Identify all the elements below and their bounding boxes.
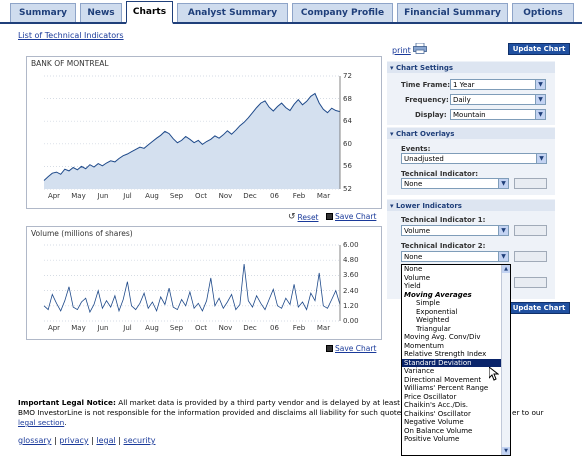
volume-x-tick-label: Nov — [218, 324, 233, 332]
dropdown-group-label: Moving Averages — [404, 290, 472, 299]
technical-indicator-select[interactable]: None ▼ — [401, 178, 509, 189]
dropdown-option[interactable]: Momentum — [402, 342, 510, 351]
lower-indicator-1-value: Volume — [404, 226, 431, 235]
volume-y-tick-label: 4.80 — [343, 256, 359, 265]
chevron-down-icon: ▼ — [498, 179, 508, 188]
dropdown-option[interactable]: Negative Volume — [402, 418, 510, 427]
volume-x-tick-label: Aug — [145, 324, 159, 332]
legal-line-2-end: er to our — [512, 408, 544, 417]
dropdown-scrollbar[interactable]: ▲ ▼ — [501, 265, 510, 455]
volume-y-tick-label: 2.40 — [343, 286, 359, 295]
chart-overlays-title: Chart Overlays — [395, 129, 455, 138]
dropdown-option[interactable]: Weighted — [402, 316, 510, 325]
chevron-down-icon: ▼ — [535, 95, 545, 104]
volume-y-tick-label: 6.00 — [343, 241, 359, 249]
dropdown-option[interactable]: Chaikins' Oscillator — [402, 410, 510, 419]
frequency-label: Frequency: — [405, 96, 449, 104]
time-frame-value: 1 Year — [453, 80, 475, 89]
chevron-down-icon: ▼ — [498, 252, 508, 261]
update-chart-button-bottom[interactable]: Update Chart — [508, 302, 570, 314]
time-frame-select[interactable]: 1 Year ▼ — [450, 79, 546, 90]
technical-indicator-label: Technical Indicator: — [401, 170, 479, 178]
legal-line-1: All market data is provided by a third p… — [115, 398, 422, 407]
lower-indicator-2-label: Technical Indicator 2: — [401, 242, 486, 250]
time-frame-label: Time Frame: — [401, 81, 451, 89]
events-label: Events: — [401, 145, 431, 153]
display-label: Display: — [415, 111, 447, 119]
legal-section-link[interactable]: legal section — [18, 418, 64, 427]
events-select[interactable]: Unadjusted ▼ — [401, 153, 547, 164]
scroll-down-icon[interactable]: ▼ — [502, 447, 510, 455]
volume-y-tick-label: 0.00 — [343, 317, 359, 325]
scroll-up-icon[interactable]: ▲ — [502, 265, 510, 273]
chevron-down-icon: ▼ — [536, 154, 546, 163]
indicator-dropdown-list[interactable]: None Volume Yield Moving Averages Simple Expo… — [401, 264, 511, 456]
dropdown-option[interactable]: Volume — [402, 274, 510, 283]
dropdown-option[interactable]: Yield — [402, 282, 510, 291]
chevron-down-icon: ▼ — [535, 110, 545, 119]
dropdown-option[interactable]: Standard Deviation — [402, 358, 510, 367]
volume-x-tick-label: May — [71, 324, 86, 332]
volume-y-tick-label: 3.60 — [343, 271, 359, 280]
save-chart-label: Save Chart — [335, 344, 377, 353]
dropdown-option[interactable]: Exponential — [402, 308, 510, 317]
chart-settings-header[interactable]: ▾ Chart Settings — [387, 62, 555, 73]
legal-period: . — [64, 418, 67, 427]
volume-x-tick-label: Apr — [47, 324, 61, 332]
chevron-down-icon: ▼ — [535, 80, 545, 89]
security-link[interactable]: security — [124, 436, 156, 445]
save-chart-button-bottom[interactable]: Save Chart — [326, 344, 376, 353]
technical-indicator-value: None — [404, 179, 423, 188]
dropdown-option[interactable]: Williams' Percent Range — [402, 384, 510, 393]
footer-separator: | — [115, 436, 124, 445]
chart-overlays-header[interactable]: ▾ Chart Overlays — [387, 128, 555, 139]
lower-indicator-2-value: None — [404, 252, 423, 261]
lower-indicator-1-select[interactable]: Volume ▼ — [401, 225, 509, 236]
volume-line — [43, 263, 341, 314]
display-value: Mountain — [453, 110, 486, 119]
lower-indicator-1-label: Technical Indicator 1: — [401, 216, 486, 224]
volume-x-tick-label: Sep — [169, 324, 184, 332]
dropdown-option[interactable]: None — [402, 265, 510, 274]
lower-indicator-2-param-input[interactable] — [514, 251, 547, 262]
frequency-value: Daily — [453, 95, 471, 104]
volume-x-tick-label: Feb — [292, 324, 306, 332]
mouse-cursor-icon — [489, 367, 499, 381]
legal-link[interactable]: legal — [96, 436, 115, 445]
technical-indicator-param-input[interactable] — [514, 178, 547, 189]
save-icon — [326, 345, 333, 352]
volume-x-tick-label: Dec — [243, 324, 257, 332]
events-value: Unadjusted — [404, 154, 444, 163]
dropdown-option[interactable]: Chaikin's Acc./Dis. — [402, 401, 510, 410]
glossary-link[interactable]: glossary — [18, 436, 51, 445]
lower-indicator-1-param-input[interactable] — [514, 225, 547, 236]
volume-x-tick-label: Mar — [316, 324, 331, 332]
volume-x-tick-label: Jul — [123, 324, 132, 332]
lower-indicators-header[interactable]: ▾ Lower Indicators — [387, 200, 555, 211]
volume-x-tick-label: Oct — [194, 324, 208, 332]
privacy-link[interactable]: privacy — [59, 436, 88, 445]
dropdown-option[interactable]: On Balance Volume — [402, 427, 510, 436]
frequency-select[interactable]: Daily ▼ — [450, 94, 546, 105]
volume-y-tick-label: 1.20 — [343, 301, 359, 310]
dropdown-option[interactable]: Moving Avg. Conv/Div — [402, 333, 510, 342]
lower-indicators-title: Lower Indicators — [395, 201, 462, 210]
dropdown-option[interactable]: Price Oscillator — [402, 393, 510, 402]
chevron-down-icon: ▼ — [498, 226, 508, 235]
lower-indicator-2-select[interactable]: None ▼ — [401, 251, 509, 262]
volume-x-tick-label: 06 — [270, 324, 279, 332]
dropdown-option[interactable]: Simple — [402, 299, 510, 308]
footer-links: glossary | privacy | legal | security — [18, 436, 155, 445]
lower-indicator-extra-input[interactable] — [514, 277, 547, 288]
display-select[interactable]: Mountain ▼ — [450, 109, 546, 120]
dropdown-option[interactable]: Positive Volume — [402, 435, 510, 444]
legal-heading: Important Legal Notice: — [18, 398, 116, 407]
dropdown-option[interactable]: Triangular — [402, 325, 510, 334]
chart-settings-title: Chart Settings — [395, 63, 454, 72]
legal-line-2: BMO InvestorLine is not responsible for … — [18, 408, 419, 417]
volume-x-tick-label: Jun — [97, 324, 109, 332]
dropdown-option[interactable]: Relative Strength Index — [402, 350, 510, 359]
